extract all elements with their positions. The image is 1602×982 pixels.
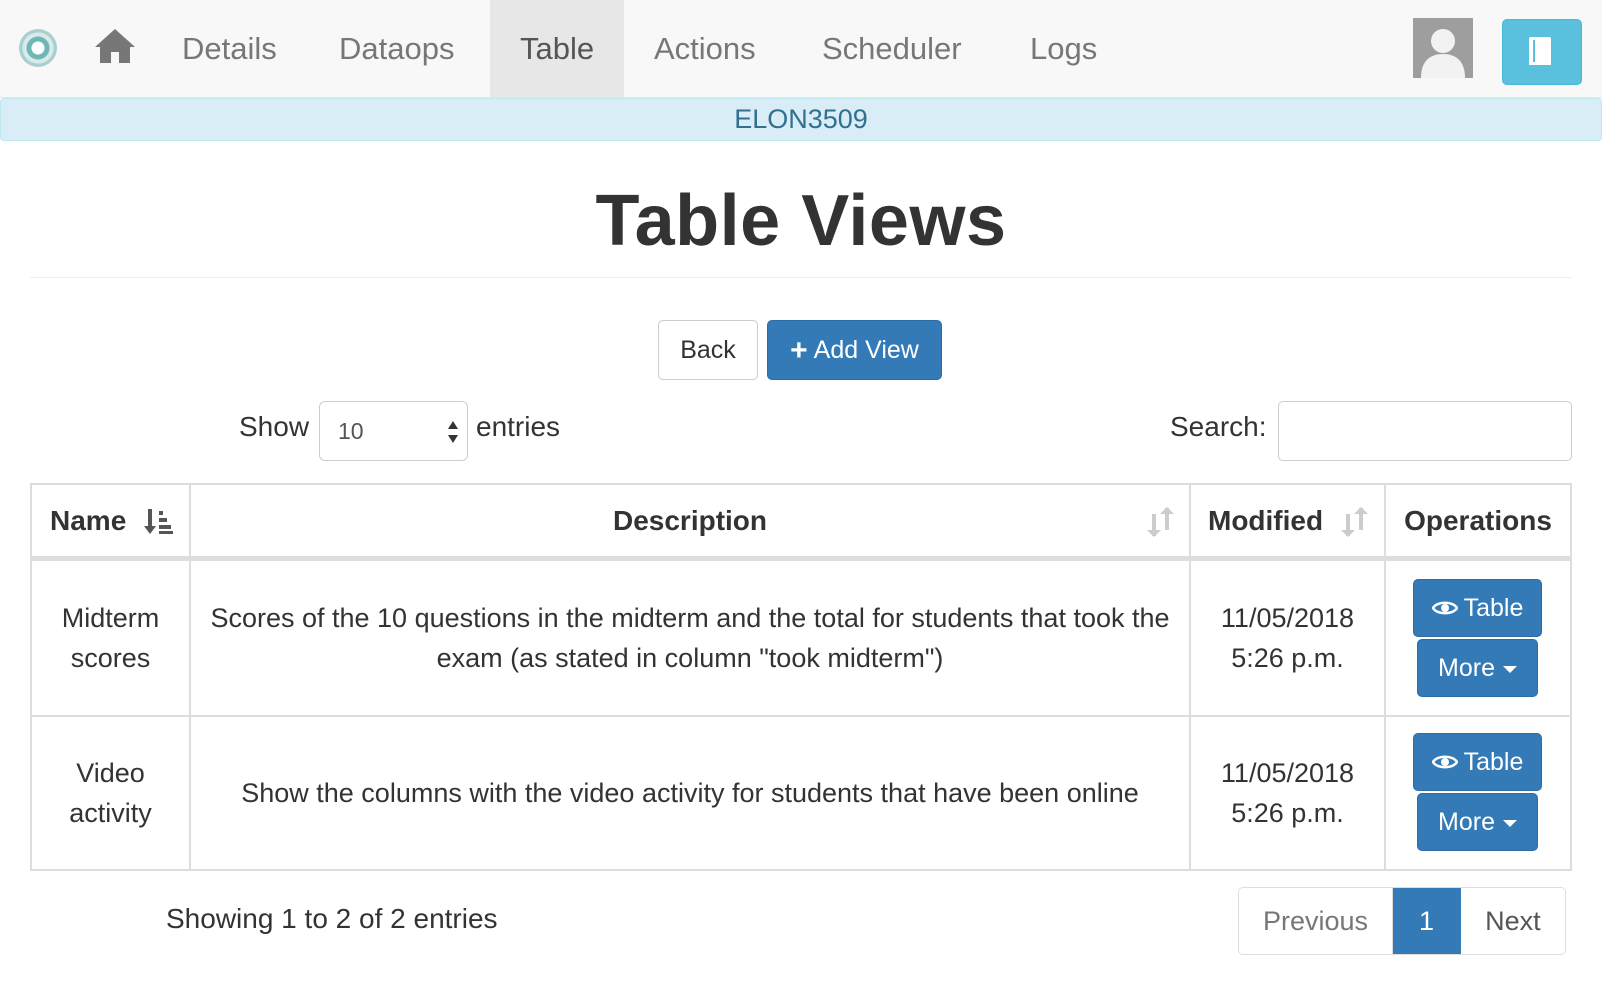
views-table: Name Description Modified Operations Mid… [30, 483, 1572, 871]
row-modified-date: 11/05/2018 [1220, 758, 1355, 788]
add-view-label: Add View [813, 336, 919, 364]
row-modified-date: 11/05/2018 [1220, 603, 1355, 633]
caret-down-icon [1502, 820, 1517, 827]
top-navbar: Details Dataops Table Actions Scheduler … [0, 0, 1602, 98]
header-modified-label: Modified [1208, 504, 1324, 536]
row-description-cell: Scores of the 10 questions in the midter… [191, 561, 1189, 715]
header-description-label: Description [612, 504, 768, 536]
row-more-button[interactable]: More [1417, 639, 1538, 697]
row-name-cell[interactable]: Midterm scores [32, 561, 189, 715]
row-modified-time: 5:26 p.m. [1231, 643, 1344, 673]
nav-dataops[interactable]: Dataops [309, 0, 484, 98]
nav-logs[interactable]: Logs [1000, 0, 1127, 98]
row-name-cell[interactable]: Video activity [32, 717, 189, 869]
row-description-cell: Show the columns with the video activity… [191, 717, 1189, 869]
row-table-label: Table [1463, 747, 1524, 776]
search-input[interactable] [1278, 401, 1572, 461]
search-label: Search: [1170, 411, 1267, 442]
row-modified-cell: 11/05/2018 5:26 p.m. [1191, 561, 1384, 715]
page-title: Table Views [595, 181, 1007, 261]
pagination-page[interactable]: 1 [1393, 888, 1462, 954]
row-table-button[interactable]: Table [1413, 579, 1542, 637]
workflow-name-banner: ELON3509 [0, 98, 1602, 141]
nav-scheduler[interactable]: Scheduler [792, 0, 992, 98]
row-table-button[interactable]: Table [1413, 733, 1542, 791]
row-more-button[interactable]: More [1417, 793, 1538, 851]
row-more-label: More [1438, 807, 1495, 836]
book-icon [1529, 37, 1551, 65]
nav-details[interactable]: Details [152, 0, 307, 98]
table-info: Showing 1 to 2 of 2 entries [166, 903, 498, 934]
select-arrows-icon [448, 421, 458, 443]
row-description: Scores of the 10 questions in the midter… [210, 603, 1170, 673]
header-operations-label: Operations [1404, 504, 1552, 536]
nav-actions[interactable]: Actions [624, 0, 786, 98]
row-modified-time: 5:26 p.m. [1231, 798, 1344, 828]
row-modified-cell: 11/05/2018 5:26 p.m. [1191, 717, 1384, 869]
sort-ascending-icon[interactable] [144, 507, 174, 537]
entries-per-page-value: 10 [338, 418, 364, 444]
show-label: Show [239, 411, 310, 442]
nav-table[interactable]: Table [490, 0, 624, 98]
header-operations: Operations [1386, 485, 1570, 556]
home-icon[interactable] [95, 27, 135, 65]
header-name-label: Name [50, 504, 127, 536]
caret-down-icon [1502, 666, 1517, 673]
row-name: Video activity [69, 758, 152, 828]
entries-per-page-select[interactable]: 10 [319, 401, 468, 461]
row-name: Midterm scores [61, 603, 160, 673]
row-table-label: Table [1463, 593, 1524, 622]
sort-both-icon[interactable] [1341, 506, 1369, 538]
eye-icon [1431, 601, 1458, 615]
pagination-previous[interactable]: Previous [1239, 888, 1394, 954]
entries-label: entries [476, 411, 561, 442]
sort-both-icon[interactable] [1147, 506, 1175, 538]
brand-logo-icon[interactable] [19, 29, 57, 67]
row-description: Show the columns with the video activity… [241, 778, 1139, 808]
pagination-next[interactable]: Next [1461, 888, 1565, 954]
plus-icon: + [790, 334, 808, 367]
back-button[interactable]: Back [658, 320, 758, 380]
add-view-button[interactable]: + Add View [767, 320, 942, 380]
book-button[interactable] [1502, 19, 1582, 85]
user-avatar[interactable] [1413, 18, 1473, 78]
pagination: Previous 1 Next [1238, 887, 1566, 955]
eye-icon [1431, 755, 1458, 769]
row-more-label: More [1438, 653, 1495, 682]
header-description[interactable]: Description [191, 485, 1189, 556]
title-divider [30, 277, 1572, 278]
